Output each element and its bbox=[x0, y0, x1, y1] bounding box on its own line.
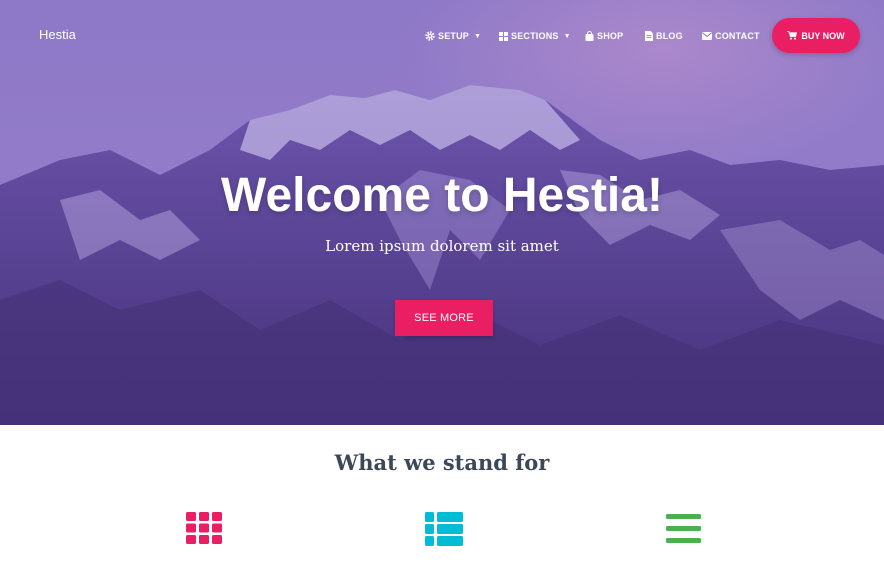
gear-icon bbox=[425, 31, 435, 41]
nav-setup[interactable]: SETUP ▼ bbox=[425, 29, 481, 43]
buy-now-label: BUY NOW bbox=[801, 30, 845, 41]
hero-section: Hestia SETUP ▼ SECTIONS ▼ SHOP BLOG CONT… bbox=[0, 0, 884, 425]
nav-blog[interactable]: BLOG bbox=[645, 29, 683, 43]
buy-now-button[interactable]: BUY NOW bbox=[772, 18, 860, 53]
grid-icon bbox=[186, 512, 222, 544]
nav-shop-label: SHOP bbox=[597, 31, 624, 41]
envelope-icon bbox=[702, 32, 712, 40]
nav-blog-label: BLOG bbox=[656, 31, 683, 41]
hero-title: Welcome to Hestia! bbox=[221, 169, 663, 222]
nav-shop[interactable]: SHOP bbox=[585, 29, 623, 43]
shopping-bag-icon bbox=[585, 31, 594, 41]
list-icon bbox=[425, 512, 463, 546]
nav-contact[interactable]: CONTACT bbox=[702, 29, 760, 43]
features-title: What we stand for bbox=[334, 450, 550, 475]
grid-icon bbox=[499, 31, 508, 41]
nav-contact-label: CONTACT bbox=[715, 31, 760, 41]
hero-subtitle: Lorem ipsum dolorem sit amet bbox=[325, 237, 559, 255]
chevron-down-icon: ▼ bbox=[563, 32, 571, 40]
see-more-button[interactable]: SEE MORE bbox=[395, 300, 493, 336]
brand-logo[interactable]: Hestia bbox=[39, 27, 76, 42]
cart-icon bbox=[787, 31, 798, 40]
document-icon bbox=[645, 31, 653, 41]
bars-icon bbox=[666, 514, 701, 543]
chevron-down-icon: ▼ bbox=[474, 32, 482, 40]
nav-sections-label: SECTIONS bbox=[511, 31, 559, 41]
nav-sections[interactable]: SECTIONS ▼ bbox=[499, 29, 571, 43]
nav-setup-label: SETUP bbox=[438, 31, 470, 41]
